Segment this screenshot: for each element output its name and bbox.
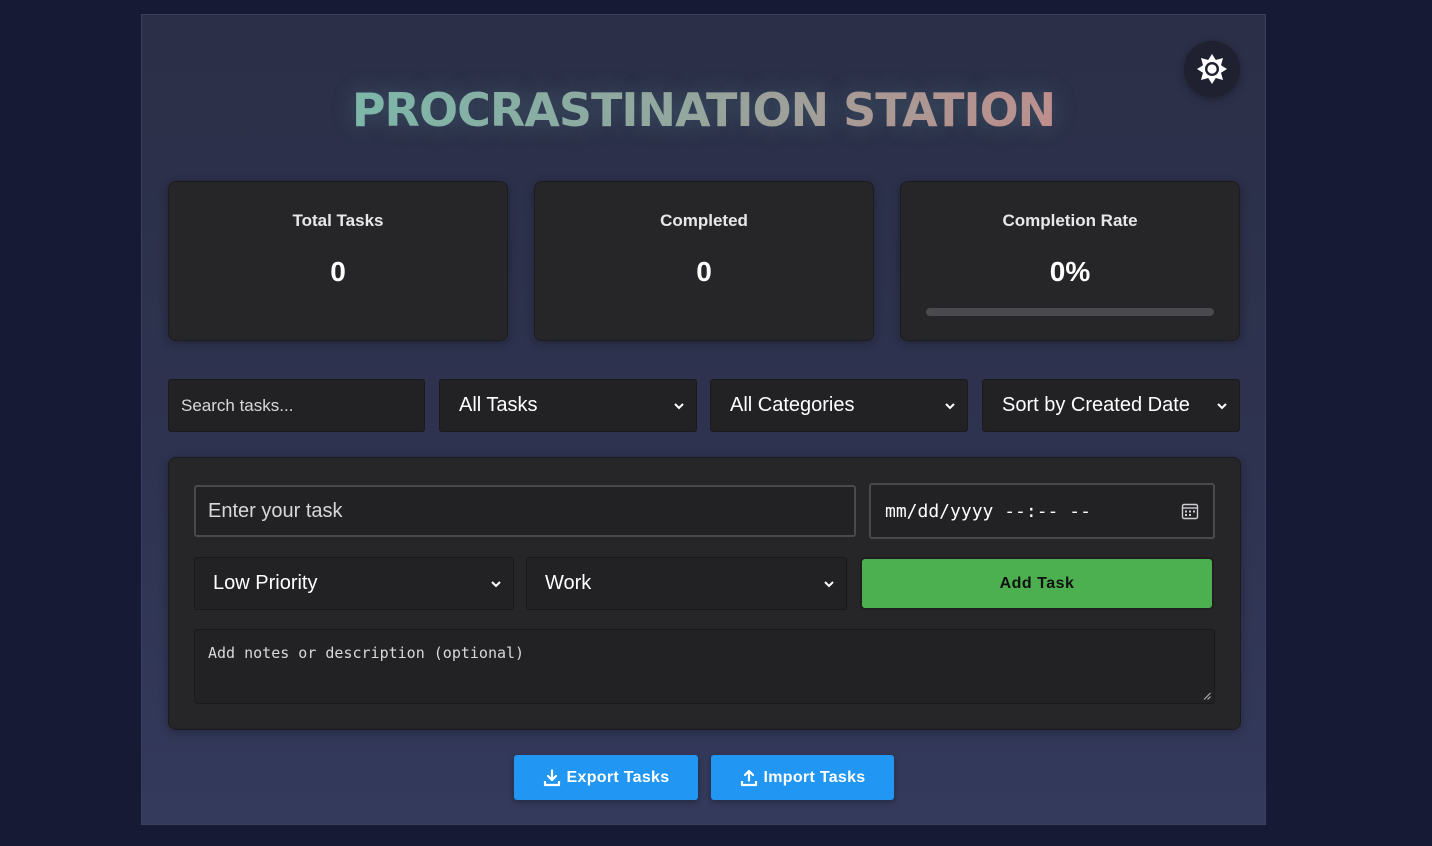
add-task-button[interactable]: Add Task bbox=[860, 557, 1214, 610]
chevron-down-icon bbox=[491, 580, 501, 587]
stat-value: 0 bbox=[696, 256, 712, 287]
category-value: Work bbox=[545, 572, 592, 594]
export-tasks-button[interactable]: Export Tasks bbox=[514, 755, 698, 800]
priority-select[interactable]: Low Priority bbox=[194, 557, 514, 610]
status-filter-select[interactable]: All Tasks bbox=[439, 379, 697, 432]
search-box bbox=[168, 379, 425, 432]
search-input[interactable] bbox=[169, 380, 424, 431]
stat-value: 0 bbox=[330, 256, 346, 287]
sort-select[interactable]: Sort by Created Date bbox=[982, 379, 1240, 432]
completion-progress-bar bbox=[926, 308, 1214, 316]
category-select[interactable]: Work bbox=[526, 557, 847, 610]
download-icon bbox=[543, 768, 560, 786]
due-date-placeholder: mm/dd/yyyy --:-- -- bbox=[885, 500, 1091, 522]
category-filter-select[interactable]: All Categories bbox=[710, 379, 968, 432]
page-title: PROCRASTINATION STATION bbox=[142, 83, 1265, 137]
chevron-down-icon bbox=[674, 402, 684, 409]
category-filter-value: All Categories bbox=[730, 394, 855, 416]
sort-value: Sort by Created Date bbox=[1002, 394, 1190, 416]
stat-label: Completion Rate bbox=[1002, 211, 1138, 230]
app-container: PROCRASTINATION STATION Total Tasks 0 Co… bbox=[141, 14, 1266, 825]
calendar-icon[interactable] bbox=[1181, 502, 1199, 520]
resize-handle-icon[interactable] bbox=[1203, 692, 1211, 700]
add-task-form: mm/dd/yyyy --:-- -- Low Priority Work bbox=[168, 457, 1241, 730]
chevron-down-icon bbox=[945, 402, 955, 409]
sun-icon bbox=[1197, 54, 1227, 84]
priority-value: Low Priority bbox=[213, 572, 318, 594]
stat-label: Total Tasks bbox=[292, 211, 384, 230]
stat-card-completed: Completed 0 bbox=[534, 181, 874, 341]
theme-toggle-button[interactable] bbox=[1184, 41, 1240, 97]
stat-card-total: Total Tasks 0 bbox=[168, 181, 508, 341]
stat-card-completion-rate: Completion Rate 0% bbox=[900, 181, 1240, 341]
due-date-input[interactable]: mm/dd/yyyy --:-- -- bbox=[869, 483, 1215, 539]
notes-textarea[interactable] bbox=[194, 629, 1215, 704]
stat-label: Completed bbox=[660, 211, 748, 230]
export-tasks-label: Export Tasks bbox=[566, 768, 670, 786]
stat-value: 0% bbox=[1049, 256, 1091, 287]
import-tasks-label: Import Tasks bbox=[763, 768, 866, 786]
task-input[interactable] bbox=[194, 485, 856, 537]
import-tasks-button[interactable]: Import Tasks bbox=[711, 755, 894, 800]
chevron-down-icon bbox=[1217, 402, 1227, 409]
upload-icon bbox=[740, 769, 757, 786]
status-filter-value: All Tasks bbox=[459, 394, 538, 416]
chevron-down-icon bbox=[824, 580, 834, 587]
